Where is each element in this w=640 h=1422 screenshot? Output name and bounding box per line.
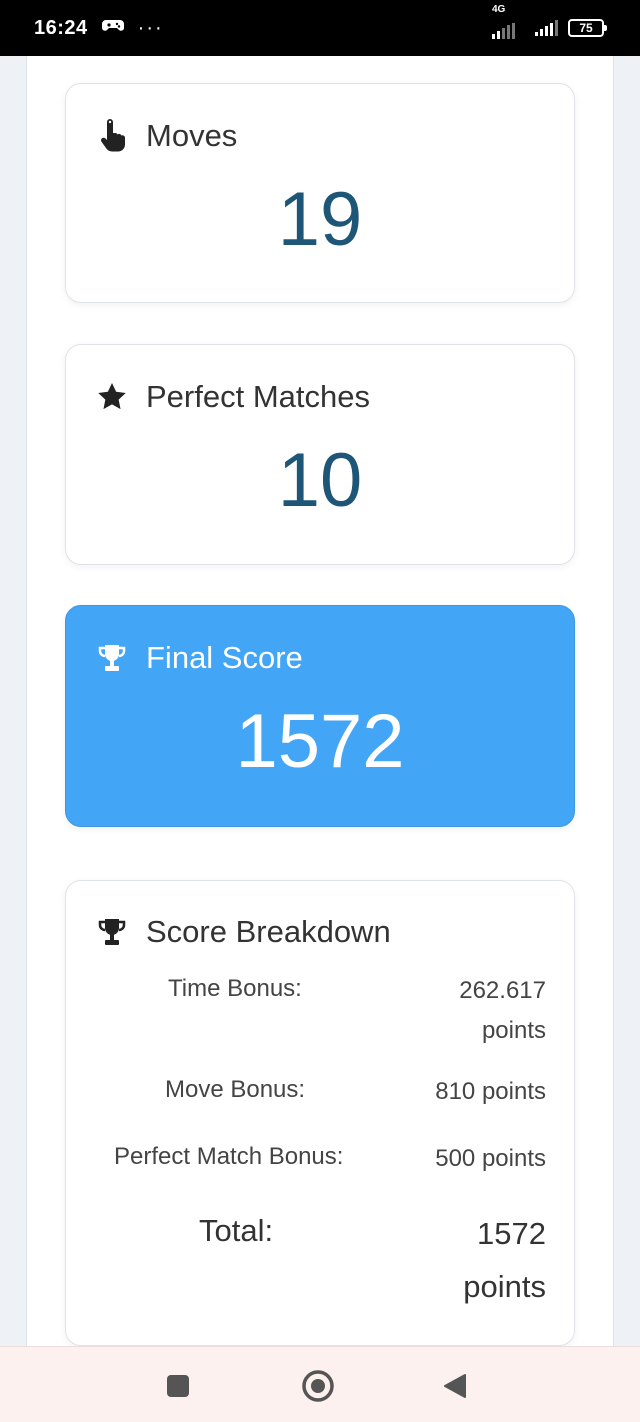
trophy-icon bbox=[96, 641, 128, 675]
total-label: Total: bbox=[199, 1213, 274, 1248]
moves-value: 19 bbox=[277, 177, 363, 262]
pointing-hand-icon bbox=[96, 119, 128, 153]
game-controller-icon bbox=[101, 16, 124, 40]
total-value: 1572 points bbox=[463, 1216, 546, 1304]
perfect-matches-value: 10 bbox=[277, 438, 363, 523]
perfect-matches-title: Perfect Matches bbox=[146, 379, 370, 414]
signal-4g-icon: 4G bbox=[492, 4, 515, 39]
back-triangle-icon[interactable] bbox=[440, 1371, 470, 1401]
home-circle-icon[interactable] bbox=[300, 1368, 336, 1404]
time-bonus-value: 262.617 points bbox=[459, 977, 546, 1044]
system-navigation-bar bbox=[0, 1346, 640, 1422]
breakdown-title: Score Breakdown bbox=[146, 914, 391, 949]
star-icon bbox=[96, 380, 128, 414]
final-score-title: Final Score bbox=[146, 640, 303, 675]
more-notifications: ··· bbox=[137, 16, 164, 39]
time-bonus-label: Time Bonus: bbox=[168, 975, 302, 1002]
signal-icon bbox=[535, 20, 558, 36]
score-breakdown-card: Score Breakdown Time Bonus: 262.617 poin… bbox=[65, 880, 575, 1346]
perfect-matches-card: Perfect Matches 10 bbox=[65, 344, 575, 565]
move-bonus-label: Move Bonus: bbox=[165, 1076, 306, 1103]
perfect-match-bonus-label: Perfect Match Bonus: bbox=[114, 1143, 344, 1170]
perfect-match-bonus-value: 500 points bbox=[435, 1145, 546, 1172]
status-bar: 16:24 ··· 4G 75 bbox=[0, 0, 640, 56]
moves-card: Moves 19 bbox=[65, 83, 575, 303]
final-score-card: Final Score 1572 bbox=[65, 605, 575, 827]
final-score-value: 1572 bbox=[235, 699, 405, 784]
trophy-icon bbox=[96, 915, 128, 949]
battery-icon: 75 bbox=[568, 19, 607, 37]
move-bonus-value: 810 points bbox=[435, 1078, 546, 1105]
clock: 16:24 bbox=[34, 16, 88, 39]
recents-square-icon[interactable] bbox=[163, 1371, 193, 1401]
moves-title: Moves bbox=[146, 118, 238, 153]
